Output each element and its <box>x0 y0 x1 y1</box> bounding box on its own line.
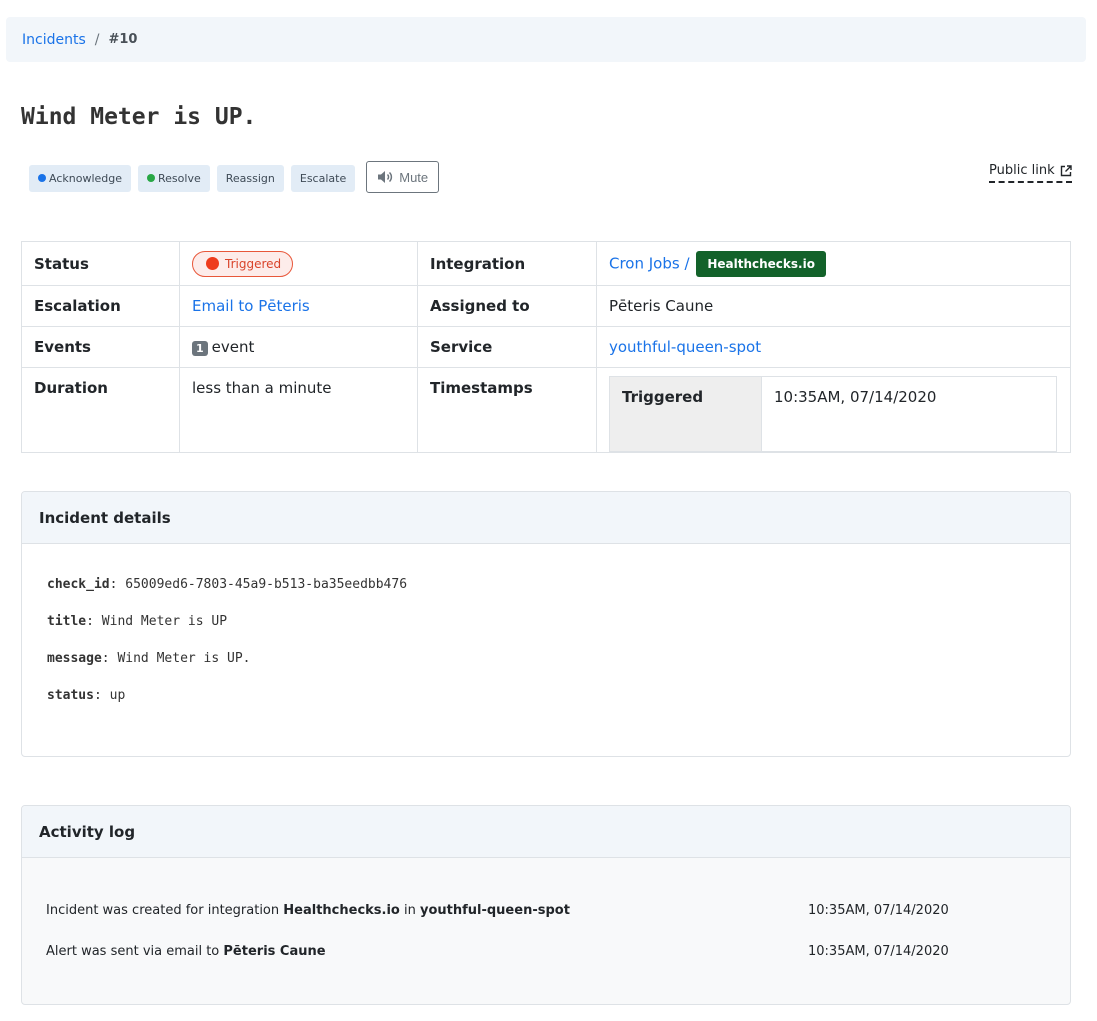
detail-key: check_id <box>47 577 110 592</box>
log-entry: Alert was sent via email to Pēteris Caun… <box>46 944 1070 985</box>
duration-label: Duration <box>21 367 180 453</box>
log-time: 10:35AM, 07/14/2020 <box>808 903 949 918</box>
integration-label: Integration <box>417 241 597 286</box>
log-recipient: Pēteris Caune <box>223 944 326 959</box>
action-bar: Acknowledge Resolve Reassign Escalate Mu… <box>29 161 440 193</box>
incident-meta-table: Status Triggered Integration Cron Jobs /… <box>21 241 1071 453</box>
assigned-label: Assigned to <box>417 285 597 327</box>
detail-key: title <box>47 614 87 629</box>
activity-log-heading: Activity log <box>22 806 1070 858</box>
events-label: Events <box>21 326 180 368</box>
assigned-value: Pēteris Caune <box>596 285 1071 327</box>
status-badge: Triggered <box>192 250 294 277</box>
log-entry: Incident was created for integration Hea… <box>46 903 1070 944</box>
status-label: Status <box>21 241 180 286</box>
log-text: in <box>399 903 420 918</box>
mute-label: Mute <box>399 169 429 185</box>
breadcrumb-incidents-link[interactable]: Incidents <box>22 32 86 48</box>
service-link[interactable]: youthful-queen-spot <box>609 338 761 356</box>
escalation-label: Escalation <box>21 285 180 327</box>
acknowledge-label: Acknowledge <box>49 171 123 185</box>
resolve-button[interactable]: Resolve <box>138 164 210 192</box>
detail-row: check_id: 65009ed6-7803-45a9-b513-ba35ee… <box>47 577 1070 614</box>
escalate-button[interactable]: Escalate <box>290 164 356 192</box>
breadcrumb-separator: / <box>94 31 100 48</box>
incident-details-body: check_id: 65009ed6-7803-45a9-b513-ba35ee… <box>22 544 1070 725</box>
integration-badge: Healthchecks.io <box>696 250 826 277</box>
activity-log-card: Activity log Incident was created for in… <box>21 805 1071 1005</box>
log-message: Incident was created for integration Hea… <box>46 903 808 944</box>
public-link-label: Public link <box>989 163 1055 178</box>
triggered-dot-icon <box>206 257 219 270</box>
detail-value: : Wind Meter is UP. <box>101 651 251 666</box>
timestamps-table: Triggered 10:35AM, 07/14/2020 <box>609 376 1057 452</box>
log-time: 10:35AM, 07/14/2020 <box>808 944 949 959</box>
speaker-icon <box>378 171 393 183</box>
timestamps-cell: Triggered 10:35AM, 07/14/2020 <box>596 367 1071 453</box>
reassign-button[interactable]: Reassign <box>216 164 284 192</box>
integration-cell: Cron Jobs / Healthchecks.io <box>596 241 1071 286</box>
incident-details-heading: Incident details <box>22 492 1070 544</box>
timestamps-label: Timestamps <box>417 367 597 453</box>
log-text: Alert was sent via email to <box>46 944 224 959</box>
detail-key: status <box>47 688 94 703</box>
integration-link[interactable]: Cron Jobs / <box>609 254 690 272</box>
breadcrumb: Incidents / #10 <box>6 17 1086 62</box>
timestamp-label: Triggered <box>609 376 762 452</box>
log-integration: Healthchecks.io <box>283 903 400 918</box>
status-cell: Triggered <box>179 241 418 286</box>
page-title: Wind Meter is UP. <box>21 104 257 130</box>
duration-value: less than a minute <box>179 367 418 453</box>
log-text: Incident was created for integration <box>46 903 284 918</box>
detail-value: : up <box>93 688 126 703</box>
log-service: youthful-queen-spot <box>419 903 570 918</box>
breadcrumb-current: #10 <box>108 32 138 47</box>
status-value: Triggered <box>225 256 282 271</box>
events-count-badge: 1 <box>192 341 208 356</box>
detail-key: message <box>47 651 102 666</box>
external-link-icon <box>1060 164 1072 176</box>
detail-value: : Wind Meter is UP <box>86 614 228 629</box>
incident-details-card: Incident details check_id: 65009ed6-7803… <box>21 491 1071 757</box>
public-link[interactable]: Public link <box>989 163 1072 183</box>
events-cell: 1 event <box>179 326 418 368</box>
acknowledge-button[interactable]: Acknowledge <box>29 164 132 192</box>
mute-button[interactable]: Mute <box>366 161 440 193</box>
detail-row: title: Wind Meter is UP <box>47 614 1070 651</box>
resolve-label: Resolve <box>158 171 201 185</box>
detail-row: message: Wind Meter is UP. <box>47 651 1070 688</box>
timestamp-value: 10:35AM, 07/14/2020 <box>761 376 1057 452</box>
detail-row: status: up <box>47 688 1070 725</box>
detail-value: : 65009ed6-7803-45a9-b513-ba35eedbb476 <box>109 577 408 592</box>
resolve-dot-icon <box>147 174 156 182</box>
service-label: Service <box>417 326 597 368</box>
log-message: Alert was sent via email to Pēteris Caun… <box>46 944 808 985</box>
activity-log-body: Incident was created for integration Hea… <box>22 858 1070 985</box>
events-word: event <box>211 338 255 356</box>
acknowledge-dot-icon <box>38 174 46 182</box>
escalation-link[interactable]: Email to Pēteris <box>192 297 310 315</box>
